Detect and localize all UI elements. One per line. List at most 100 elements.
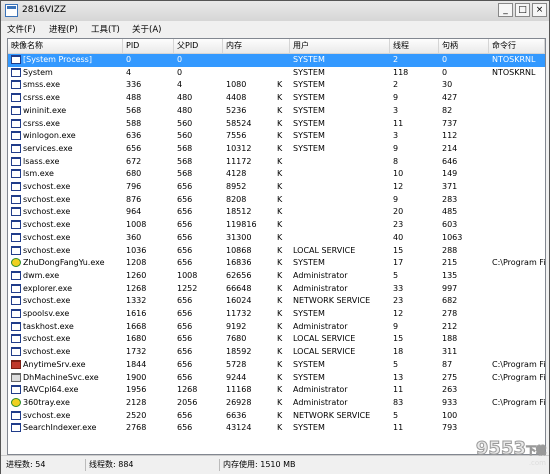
title-bar[interactable]: 2816VIZZ _ □ × xyxy=(1,1,549,21)
table-row[interactable]: ZhuDongFangYu.exe 1208 656 16836 K SYSTEM 17 21… xyxy=(8,257,545,270)
cell-name-text: svchost.exe xyxy=(23,207,71,217)
cell-name-text: spoolsv.exe xyxy=(23,309,70,318)
process-list[interactable]: 映像名称 PID 父PID 内存 用户 线程 句柄 命令行 [System Pr… xyxy=(7,38,546,455)
window-icon xyxy=(11,334,21,344)
close-button[interactable]: × xyxy=(532,3,547,17)
window-icon xyxy=(11,93,21,103)
table-row[interactable]: 360tray.exe 2128 2056 26928 K Administrator 83… xyxy=(8,397,545,410)
cell-mem: 5236 xyxy=(226,105,247,115)
cell-handles: 1063 xyxy=(442,232,463,242)
table-row[interactable]: svchost.exe 1008 656 119816 K 23 603 xyxy=(8,219,545,232)
cell-name-text: taskhost.exe xyxy=(23,321,74,331)
table-row[interactable]: dwm.exe 1260 1008 62656 K Administrator 5 135 xyxy=(8,270,545,283)
maximize-button[interactable]: □ xyxy=(515,3,530,17)
minimize-button[interactable]: _ xyxy=(498,3,513,17)
column-header-name[interactable]: 映像名称 xyxy=(8,39,123,53)
table-row[interactable]: csrss.exe 588 560 58524 K SYSTEM 11 737 xyxy=(8,118,545,131)
cell-handles: 682 xyxy=(442,296,458,306)
cell-pid: 680 xyxy=(126,169,142,179)
cell-unit: K xyxy=(277,131,283,141)
cell-mem: 18592 xyxy=(226,347,252,357)
cell-cmd xyxy=(489,308,545,321)
cell-pid: 1956 xyxy=(126,385,147,395)
table-row[interactable]: spoolsv.exe 1616 656 11732 K SYSTEM 12 278 xyxy=(8,308,545,321)
cell-name-text: ZhuDongFangYu.exe xyxy=(23,258,105,268)
table-row[interactable]: svchost.exe 876 656 8208 K 9 283 xyxy=(8,194,545,207)
cell-unit: K xyxy=(277,169,283,179)
cell-unit: K xyxy=(277,245,283,255)
column-header-threads[interactable]: 线程 xyxy=(390,39,439,53)
table-row[interactable]: svchost.exe 360 656 31300 K 40 1063 xyxy=(8,232,545,245)
cell-mem: 8208 xyxy=(226,194,247,204)
cell-cmd xyxy=(489,168,545,181)
cell-name: svchost.exe xyxy=(8,219,123,232)
cell-name-text: svchost.exe xyxy=(23,232,71,242)
cell-cmd xyxy=(489,245,545,258)
table-row[interactable]: svchost.exe 1036 656 10868 K LOCAL SERVICE 15 2… xyxy=(8,245,545,258)
cell-name-text: System xyxy=(23,67,53,77)
table-row[interactable]: RAVCpl64.exe 1956 1268 11168 K Administrator 1… xyxy=(8,384,545,397)
cell-user: NETWORK SERVICE xyxy=(293,296,371,306)
table-row[interactable]: svchost.exe 796 656 8952 K 12 371 xyxy=(8,181,545,194)
cell-user: Administrator xyxy=(293,385,348,395)
menu-process[interactable]: 进程(P) xyxy=(49,23,78,35)
cell-user: SYSTEM xyxy=(293,359,325,369)
cell-unit: K xyxy=(277,283,283,293)
cell-pid: 2768 xyxy=(126,423,147,433)
column-header-handles[interactable]: 句柄 xyxy=(439,39,489,53)
table-row[interactable]: AnytimeSrv.exe 1844 656 5728 K SYSTEM 5 87 C:\Pr… xyxy=(8,359,545,372)
cell-mem: 5728 xyxy=(226,359,247,369)
table-row[interactable]: explorer.exe 1268 1252 66648 K Administrator 3… xyxy=(8,283,545,296)
cell-handles: 371 xyxy=(442,182,458,191)
table-row[interactable]: csrss.exe 488 480 4408 K SYSTEM 9 427 xyxy=(8,92,545,105)
cell-threads: 3 xyxy=(393,131,399,141)
table-row[interactable]: svchost.exe 2520 656 6636 K NETWORK SERVICE 5 1… xyxy=(8,410,545,423)
table-row[interactable]: svchost.exe 964 656 18512 K 20 485 xyxy=(8,206,545,219)
cell-ppid: 656 xyxy=(177,309,193,318)
cell-name: services.exe xyxy=(8,143,123,156)
menu-about[interactable]: 关于(A) xyxy=(132,23,161,35)
menu-file[interactable]: 文件(F) xyxy=(7,23,36,35)
cell-pid: 964 xyxy=(126,207,142,217)
cell-name-text: winlogon.exe xyxy=(23,131,76,141)
table-row[interactable]: svchost.exe 1732 656 18592 K LOCAL SERVICE 18 3… xyxy=(8,346,545,359)
cell-cmd xyxy=(489,321,545,334)
table-row[interactable]: svchost.exe 1332 656 16024 K NETWORK SERVICE 2… xyxy=(8,295,545,308)
table-row[interactable]: svchost.exe 1680 656 7680 K LOCAL SERVICE 15 18… xyxy=(8,333,545,346)
window-icon xyxy=(11,309,21,318)
table-row[interactable]: SearchIndexer.exe 2768 656 43124 K SYSTEM 11 79… xyxy=(8,422,545,435)
table-row[interactable]: lsm.exe 680 568 4128 K 10 149 xyxy=(8,168,545,181)
table-row[interactable]: wininit.exe 568 480 5236 K SYSTEM 3 82 xyxy=(8,105,545,118)
cell-user: SYSTEM xyxy=(293,143,325,153)
column-header-pid[interactable]: PID xyxy=(123,39,174,53)
cell-ppid: 568 xyxy=(177,156,193,166)
column-header-ppid[interactable]: 父PID xyxy=(174,39,223,53)
cell-mem: 8952 xyxy=(226,182,247,191)
cell-ppid: 656 xyxy=(177,245,193,255)
cell-user: Administrator xyxy=(293,321,348,331)
cell-pid: 1260 xyxy=(126,270,147,280)
window-icon xyxy=(11,169,21,179)
table-row[interactable]: [System Process] 0 0 SYSTEM 2 0 NTOSKRNL xyxy=(8,54,545,67)
cell-handles: 646 xyxy=(442,156,458,166)
table-row[interactable]: lsass.exe 672 568 11172 K 8 646 xyxy=(8,156,545,169)
cell-mem: 62656 xyxy=(226,270,252,280)
column-header-user[interactable]: 用户 xyxy=(290,39,390,53)
cell-handles: 278 xyxy=(442,309,458,318)
table-row[interactable]: System 4 0 SYSTEM 118 0 NTOSKRNL xyxy=(8,67,545,80)
app-gray-icon xyxy=(11,372,21,382)
table-row[interactable]: smss.exe 336 4 1080 K SYSTEM 2 30 xyxy=(8,79,545,92)
column-header-memory[interactable]: 内存 xyxy=(223,39,290,53)
cell-handles: 933 xyxy=(442,397,458,407)
table-row[interactable]: services.exe 656 568 10312 K SYSTEM 9 214 xyxy=(8,143,545,156)
cell-cmd xyxy=(489,333,545,346)
menu-tools[interactable]: 工具(T) xyxy=(91,23,120,35)
cell-name: svchost.exe xyxy=(8,181,123,194)
table-row[interactable]: winlogon.exe 636 560 7556 K SYSTEM 3 112 xyxy=(8,130,545,143)
cell-name: svchost.exe xyxy=(8,295,123,308)
cell-cmd: NTOSKRNL xyxy=(492,55,536,64)
table-row[interactable]: taskhost.exe 1668 656 9192 K Administrator 9 21… xyxy=(8,321,545,334)
column-header-cmdline[interactable]: 命令行 xyxy=(489,39,545,53)
cell-cmd: C:\Program Fi xyxy=(492,372,545,382)
table-row[interactable]: DhMachineSvc.exe 1900 656 9244 K SYSTEM 13 275 C… xyxy=(8,372,545,385)
